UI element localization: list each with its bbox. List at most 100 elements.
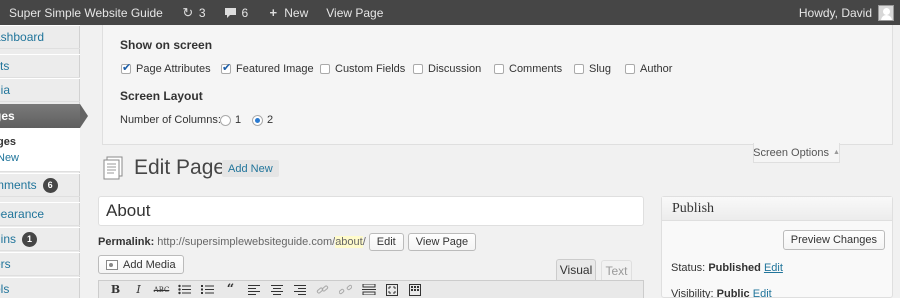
radio-button[interactable] bbox=[252, 114, 263, 126]
howdy-text: Howdy, David bbox=[798, 5, 872, 20]
page-title: Edit Page bbox=[134, 156, 226, 179]
checkbox-label: Page Attributes bbox=[136, 63, 211, 75]
blockquote-icon[interactable]: “ bbox=[222, 282, 239, 297]
checkbox-author[interactable]: Author bbox=[625, 63, 672, 75]
screen-options-label: Screen Options bbox=[753, 146, 829, 159]
publish-heading[interactable]: Publish bbox=[662, 197, 892, 221]
comments-count-badge: 6 bbox=[42, 177, 58, 193]
sidebar-item-label: dia bbox=[0, 83, 11, 97]
checkbox-slug[interactable]: Slug bbox=[574, 63, 611, 75]
media-icon bbox=[106, 259, 118, 270]
title-input[interactable] bbox=[98, 196, 644, 226]
tab-text[interactable]: Text bbox=[601, 260, 632, 280]
checkbox-box[interactable] bbox=[494, 64, 504, 74]
site-name-link[interactable]: Super Simple Website Guide bbox=[0, 0, 172, 25]
sidebar-item-label: ers bbox=[0, 257, 11, 271]
sidebar-item-label: gins bbox=[0, 232, 17, 246]
checkbox-box[interactable] bbox=[121, 61, 131, 74]
radio-label: 1 bbox=[235, 114, 242, 126]
checkbox-custom-fields[interactable]: Custom Fields bbox=[320, 63, 405, 75]
sidebar-item-label: ges bbox=[0, 109, 15, 123]
screen-options-panel: Show on screen Page Attributes Featured … bbox=[102, 25, 893, 145]
view-page-link[interactable]: View Page bbox=[317, 0, 392, 25]
bulleted-list-icon[interactable] bbox=[176, 283, 193, 297]
permalink-base[interactable]: http://supersimplewebsiteguide.com/ bbox=[157, 236, 335, 248]
sidebar-item-tools[interactable]: ols bbox=[0, 277, 80, 298]
view-page-button[interactable]: View Page bbox=[407, 233, 477, 251]
read-more-icon[interactable] bbox=[360, 283, 377, 297]
checkbox-label: Custom Fields bbox=[335, 63, 406, 75]
visibility-label: Visibility: bbox=[671, 288, 714, 298]
updates-link[interactable]: ↻ 3 bbox=[172, 0, 215, 25]
italic-icon[interactable]: I bbox=[130, 283, 147, 297]
add-new-button[interactable]: Add New bbox=[222, 160, 279, 177]
sidebar-item-users[interactable]: ers bbox=[0, 252, 80, 276]
checkbox-comments[interactable]: Comments bbox=[494, 63, 562, 75]
align-center-icon[interactable] bbox=[268, 283, 285, 297]
unlink-icon[interactable] bbox=[337, 283, 354, 297]
permalink-label: Permalink: bbox=[98, 236, 155, 248]
bold-icon[interactable]: B bbox=[107, 283, 124, 297]
toolbar-toggle-icon[interactable] bbox=[406, 283, 423, 297]
columns-label: Number of Columns: bbox=[120, 114, 221, 126]
checkbox-box[interactable] bbox=[625, 64, 635, 74]
checkbox-label: Author bbox=[640, 63, 673, 75]
edit-permalink-button[interactable]: Edit bbox=[368, 233, 404, 251]
show-on-screen-heading: Show on screen bbox=[120, 38, 213, 52]
visibility-value: Public bbox=[716, 288, 750, 298]
preview-changes-button[interactable]: Preview Changes bbox=[782, 230, 885, 250]
radio-columns-2[interactable]: 2 bbox=[252, 114, 273, 126]
sidebar-item-posts[interactable]: sts bbox=[0, 54, 80, 78]
sidebar-item-comments[interactable]: mments 6 bbox=[0, 173, 80, 197]
pages-submenu: ges New bbox=[0, 128, 80, 172]
refresh-icon: ↻ bbox=[182, 4, 194, 20]
status-edit-link[interactable]: Edit bbox=[764, 262, 783, 274]
radio-label: 2 bbox=[267, 114, 274, 126]
add-media-button[interactable]: Add Media bbox=[98, 255, 184, 274]
insert-link-icon[interactable] bbox=[314, 283, 331, 297]
admin-bar: Super Simple Website Guide ↻ 3 6 + New V… bbox=[0, 0, 900, 25]
sidebar-item-appearance[interactable]: pearance bbox=[0, 202, 80, 226]
checkbox-box[interactable] bbox=[574, 64, 584, 74]
submenu-all-pages[interactable]: ges bbox=[0, 134, 80, 150]
radio-columns-1[interactable]: 1 bbox=[220, 114, 241, 126]
updates-count: 3 bbox=[198, 5, 206, 20]
permalink-end: / bbox=[362, 236, 366, 248]
checkbox-box[interactable] bbox=[413, 64, 423, 74]
screen-options-tab[interactable]: Screen Options ▲ bbox=[753, 143, 840, 163]
admin-sidebar-menu: ashboard sts dia ges ges New mments 6 pea… bbox=[0, 25, 88, 298]
new-content-link[interactable]: + New bbox=[257, 0, 317, 25]
strikethrough-icon[interactable]: ABC bbox=[153, 283, 170, 297]
checkbox-box[interactable] bbox=[320, 64, 330, 74]
add-media-label: Add Media bbox=[123, 258, 176, 271]
sidebar-item-dashboard[interactable]: ashboard bbox=[0, 25, 80, 49]
visibility-row: Visibility: Public Edit bbox=[671, 288, 772, 298]
comments-count: 6 bbox=[241, 5, 249, 20]
align-left-icon[interactable] bbox=[245, 283, 262, 297]
editor-toolbar: B I ABC “ bbox=[98, 280, 644, 298]
submenu-add-new[interactable]: New bbox=[0, 150, 80, 166]
visibility-edit-link[interactable]: Edit bbox=[753, 288, 772, 298]
checkbox-box[interactable] bbox=[221, 61, 231, 74]
checkbox-featured-image[interactable]: Featured Image bbox=[221, 61, 314, 75]
permalink-slug[interactable]: about bbox=[335, 236, 363, 248]
sidebar-item-plugins[interactable]: gins 1 bbox=[0, 227, 80, 251]
tab-visual[interactable]: Visual bbox=[556, 259, 596, 280]
plugins-count-badge: 1 bbox=[22, 231, 38, 247]
avatar bbox=[878, 4, 894, 21]
screen-layout-heading: Screen Layout bbox=[120, 89, 203, 103]
sidebar-item-label: sts bbox=[0, 59, 10, 73]
align-right-icon[interactable] bbox=[291, 283, 308, 297]
comment-bubble-icon bbox=[224, 6, 238, 20]
fullscreen-icon[interactable] bbox=[383, 283, 400, 297]
radio-button[interactable] bbox=[220, 114, 231, 126]
sidebar-item-media[interactable]: dia bbox=[0, 78, 80, 102]
checkbox-page-attributes[interactable]: Page Attributes bbox=[121, 61, 211, 75]
sidebar-item-label: pearance bbox=[0, 207, 45, 221]
account-menu[interactable]: Howdy, David bbox=[790, 0, 900, 25]
sidebar-item-label: ols bbox=[0, 282, 10, 296]
numbered-list-icon[interactable] bbox=[199, 283, 216, 297]
checkbox-discussion[interactable]: Discussion bbox=[413, 63, 481, 75]
comments-link[interactable]: 6 bbox=[215, 0, 258, 25]
sidebar-item-pages[interactable]: ges bbox=[0, 104, 88, 128]
